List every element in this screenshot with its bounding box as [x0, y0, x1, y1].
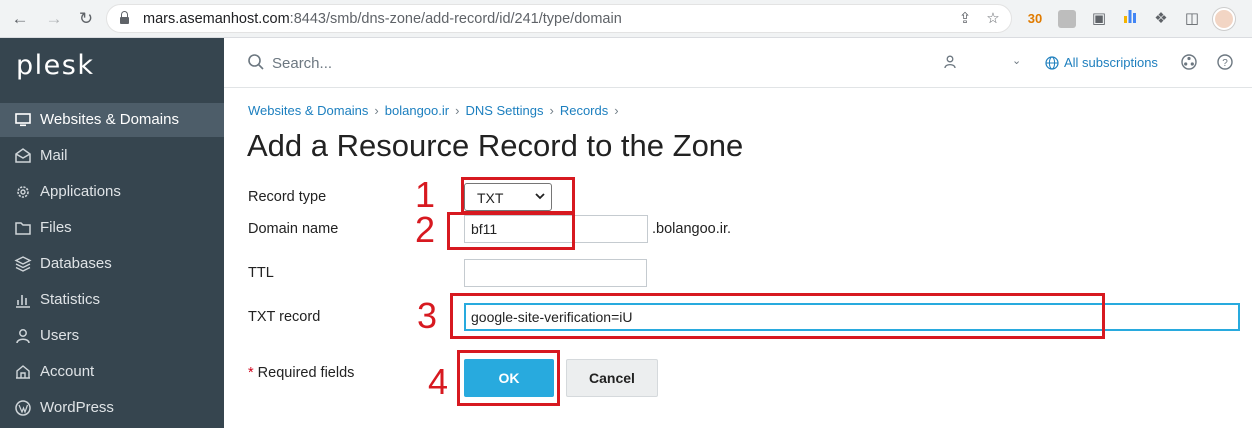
bookmark-star-icon[interactable]: ☆ [983, 9, 1003, 29]
txt-record-label: TXT record [248, 309, 321, 325]
mail-icon [15, 148, 31, 163]
search-input[interactable] [272, 51, 572, 75]
gear-icon [17, 186, 29, 198]
breadcrumb-domain[interactable]: bolangoo.ir [385, 103, 449, 118]
back-arrow-icon[interactable]: ← [8, 7, 32, 31]
profile-avatar[interactable] [1213, 8, 1235, 30]
annotation-box-4 [457, 350, 560, 406]
breadcrumb: Websites & Domains › bolangoo.ir › DNS Setti… [248, 103, 625, 118]
analytics-extension-icon[interactable] [1119, 8, 1141, 30]
address-bar[interactable]: mars.asemanhost.com:8443/smb/dns-zone/ad… [106, 4, 1012, 33]
sidebar-item-mail[interactable]: Mail [0, 139, 224, 173]
extensions-puzzle-icon[interactable]: ❖ [1150, 8, 1172, 30]
globe-icon [1045, 56, 1059, 70]
sidebar-item-files[interactable]: Files [0, 211, 224, 245]
lock-icon [120, 11, 129, 24]
extensions-icon[interactable] [1180, 53, 1198, 71]
required-fields-note: * Required fields [248, 365, 354, 381]
wordpress-icon [15, 400, 31, 416]
forward-arrow-icon[interactable]: → [42, 7, 66, 31]
sidebar-item-users[interactable]: Users [0, 319, 224, 353]
sidebar-item-wordpress[interactable]: WordPress [0, 391, 224, 425]
breadcrumb-records[interactable]: Records [560, 103, 608, 118]
sidebar: plesk Websites & Domains Mail Applicatio… [0, 38, 224, 428]
ttl-label: TTL [248, 265, 274, 281]
all-subscriptions-link[interactable]: All subscriptions [1064, 55, 1158, 70]
sidebar-item-label: Users [40, 327, 80, 344]
sidebar-item-label: Databases [40, 255, 112, 272]
user-menu-chevron-down-icon[interactable]: ⌄ [1012, 54, 1021, 67]
annotation-number-3: 3 [417, 295, 438, 336]
sidebar-item-label: Account [40, 363, 95, 380]
user-icon [16, 329, 30, 344]
database-icon [14, 256, 32, 272]
annotation-box-3 [450, 293, 1105, 339]
annotation-number-4: 4 [428, 361, 449, 402]
cancel-button[interactable]: Cancel [566, 359, 658, 397]
help-icon[interactable]: ? [1216, 53, 1234, 71]
annotation-box-1 [461, 177, 575, 214]
annotation-number-1: 1 [415, 174, 436, 215]
sidebar-item-label: Websites & Domains [40, 111, 179, 128]
folder-icon [15, 222, 31, 235]
account-icon [16, 365, 30, 379]
reload-icon[interactable]: ↻ [74, 7, 98, 31]
sidebar-item-statistics[interactable]: Statistics [0, 283, 224, 317]
ttl-input[interactable] [464, 259, 647, 287]
sidebar-item-label: Applications [40, 183, 121, 200]
url-text: mars.asemanhost.com:8443/smb/dns-zone/ad… [143, 11, 622, 27]
share-icon[interactable]: ⇪ [955, 9, 975, 29]
sidebar-item-websites-domains[interactable]: Websites & Domains [0, 103, 224, 137]
breadcrumb-websites-domains[interactable]: Websites & Domains [248, 103, 368, 118]
sidebar-item-label: Statistics [40, 291, 101, 308]
monitor-icon [15, 113, 31, 127]
sidebar-item-label: Files [40, 219, 72, 236]
side-panel-icon[interactable]: ◫ [1181, 8, 1203, 30]
required-fields-text: Required fields [253, 365, 355, 381]
sidebar-item-applications[interactable]: Applications [0, 175, 224, 209]
domain-name-label: Domain name [248, 221, 339, 237]
breadcrumb-separator-icon: › [455, 103, 460, 118]
browser-toolbar: ← → ↻ mars.asemanhost.com:8443/smb/dns-z… [0, 0, 1252, 38]
sidebar-item-account[interactable]: Account [0, 355, 224, 389]
breadcrumb-separator-icon: › [549, 103, 554, 118]
page-title: Add a Resource Record to the Zone [247, 128, 744, 163]
breadcrumb-dns-settings[interactable]: DNS Settings [465, 103, 543, 118]
sidebar-item-databases[interactable]: Databases [0, 247, 224, 281]
plesk-logo[interactable]: plesk [16, 50, 94, 81]
screen-capture-icon[interactable]: ▣ [1088, 8, 1110, 30]
sidebar-item-label: Mail [40, 147, 68, 164]
breadcrumb-separator-icon: › [614, 103, 619, 118]
user-profile-icon[interactable] [942, 54, 958, 70]
annotation-box-2 [447, 212, 575, 250]
domain-suffix: .bolangoo.ir. [652, 221, 732, 237]
search-icon [248, 54, 264, 70]
extension-icon[interactable]: 30 [1024, 8, 1046, 30]
record-type-label: Record type [248, 189, 327, 205]
breadcrumb-separator-icon: › [374, 103, 379, 118]
extension-gray-icon[interactable] [1056, 8, 1078, 30]
annotation-number-2: 2 [415, 209, 436, 250]
top-bar: ⌄ All subscriptions ? [224, 38, 1252, 88]
svg-text:?: ? [1222, 58, 1228, 69]
bar-chart-icon [16, 295, 30, 308]
sidebar-item-label: WordPress [40, 399, 114, 416]
